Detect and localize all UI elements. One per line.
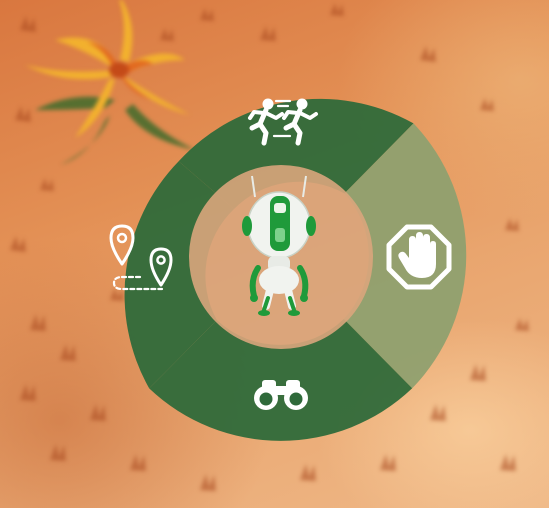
radial-command-menu <box>109 98 467 441</box>
center-robot-hub <box>189 165 373 349</box>
game-scene <box>0 0 549 508</box>
